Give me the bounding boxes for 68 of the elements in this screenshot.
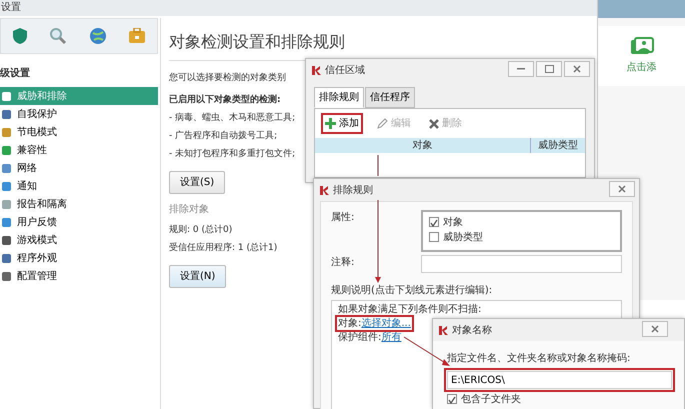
add-button[interactable]: 添加 [321, 113, 363, 134]
maximize-icon [544, 64, 554, 73]
app-logo-icon [439, 326, 448, 334]
checkbox[interactable] [429, 232, 439, 242]
globe-icon[interactable] [88, 27, 107, 45]
detection-item: - 病毒、蠕虫、木马和恶意工具; [169, 112, 296, 125]
checkbox[interactable] [447, 394, 457, 404]
dialog-title: 对象名称 [452, 324, 492, 338]
comment-field[interactable] [421, 254, 622, 272]
field-label: 规则说明(点击下划线元素进行编辑): [331, 284, 494, 298]
checkbox-label: 威胁类型 [443, 232, 483, 243]
settings-button[interactable]: 设置(N) [169, 265, 226, 288]
sidebar-item[interactable]: 游戏模式 [0, 231, 158, 249]
maximize-button[interactable] [536, 61, 562, 77]
dialog-title: 排除规则 [333, 184, 373, 198]
sidebar-item[interactable]: 兼容性 [0, 141, 158, 159]
dialog-title: 信任区域 [325, 64, 365, 78]
description-text: 您可以选择要检测的对象类别 [169, 72, 286, 85]
add-link[interactable]: 点击添 [626, 60, 656, 75]
sidebar-item[interactable]: 自我保护 [0, 105, 158, 123]
sidebar-item[interactable]: 网络 [0, 159, 158, 177]
minimize-button[interactable] [508, 61, 534, 77]
column-header: 对象 [412, 138, 434, 153]
sidebar-item[interactable]: 报告和隔离 [0, 195, 158, 213]
checkbox-label: 对象 [443, 217, 463, 228]
close-button[interactable] [564, 61, 590, 77]
sidebar-item[interactable]: 配置管理 [0, 267, 158, 285]
rule-text: 如果对象满足下列条件则不扫描: [338, 304, 482, 314]
sidebar-item[interactable]: 程序外观 [0, 249, 158, 267]
sidebar-item[interactable]: 用户反馈 [0, 213, 158, 231]
condition-label: 保护组件: [338, 332, 382, 342]
photo-icon[interactable] [630, 37, 654, 57]
tab[interactable]: 信任程序 [365, 87, 415, 108]
close-icon [618, 184, 626, 193]
tab[interactable]: 排除规则 [314, 87, 364, 108]
condition-label: 对象: [338, 318, 362, 328]
path-field[interactable]: E:\ERICOS\ [447, 371, 672, 389]
close-icon [651, 324, 659, 333]
pencil-icon [377, 118, 388, 129]
shield-icon[interactable] [12, 27, 28, 45]
app-logo-icon [312, 66, 321, 74]
detection-item: - 广告程序和自动拨号工具; [169, 130, 278, 143]
minimize-icon [517, 68, 525, 70]
condition-link[interactable]: 所有 [381, 332, 402, 342]
trusted-count: 受信任应用程序: 1 (总计1) [169, 242, 278, 255]
close-button[interactable] [609, 181, 635, 197]
column-header: 威胁类型 [530, 138, 585, 153]
app-logo-icon [320, 186, 329, 194]
sidebar-item[interactable]: 节电模式 [0, 123, 158, 141]
group-heading: 排除对象 [169, 202, 209, 217]
checkbox-label: 包含子文件夹 [461, 394, 521, 404]
field-label: 注释: [331, 256, 356, 270]
briefcase-icon[interactable] [128, 28, 146, 44]
sidebar-heading: 级设置 [0, 66, 31, 81]
search-icon[interactable] [49, 27, 68, 45]
sidebar-item[interactable]: 通知 [0, 177, 158, 195]
close-button[interactable] [642, 321, 668, 337]
field-label: 属性: [331, 210, 356, 225]
close-icon [573, 64, 581, 73]
detection-item: - 未知打包程序和多重打包文件; [169, 148, 296, 161]
condition-link[interactable]: 选择对象... [361, 318, 411, 328]
delete-icon [429, 118, 439, 128]
section-heading: 已启用以下对象类型的检测: [169, 93, 281, 107]
field-label: 指定文件名、文件夹名称或对象名称掩码: [447, 352, 632, 366]
settings-button[interactable]: 设置(S) [169, 171, 226, 194]
rules-count: 规则: 0 (总计0) [169, 224, 232, 237]
plus-icon [325, 118, 336, 129]
checkbox[interactable] [429, 217, 439, 228]
